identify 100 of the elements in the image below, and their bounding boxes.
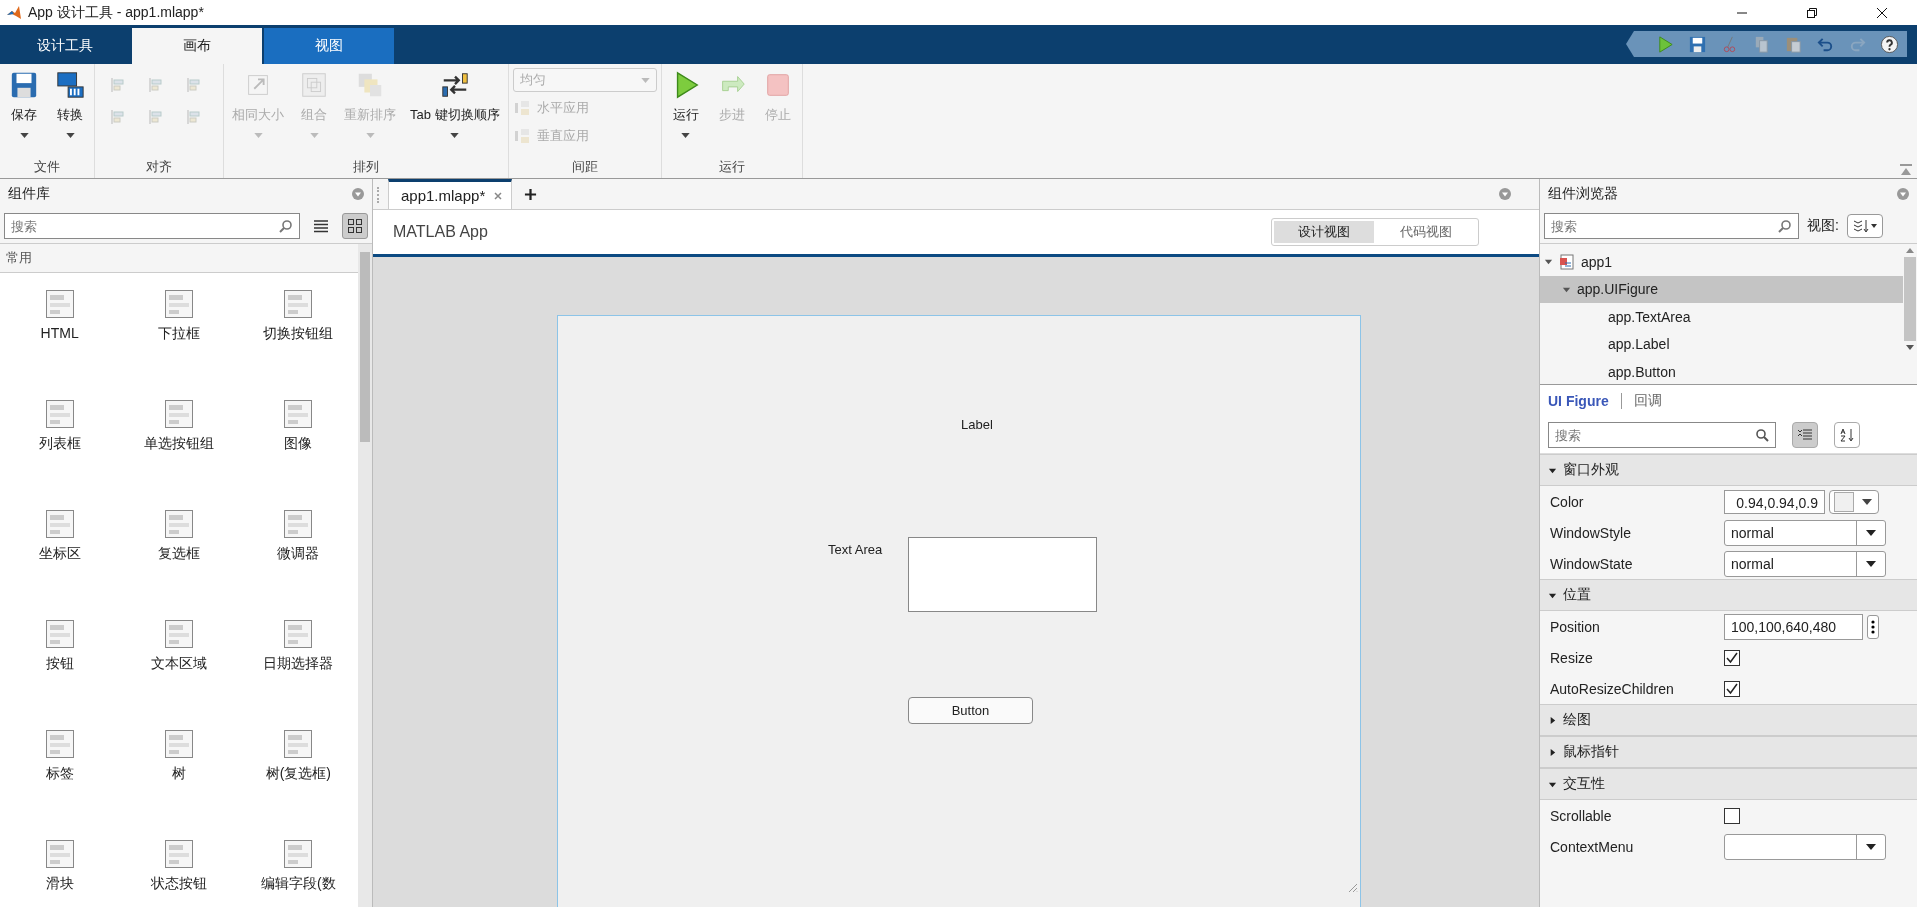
- component-icon[interactable]: [283, 509, 314, 539]
- sort-button[interactable]: [1834, 422, 1860, 448]
- component-icon[interactable]: [283, 619, 314, 649]
- inspector-tab[interactable]: 回调: [1633, 392, 1662, 410]
- expand-icon[interactable]: [1548, 715, 1557, 725]
- scroll-up-icon[interactable]: [1906, 248, 1914, 253]
- text-area[interactable]: [908, 537, 1097, 612]
- tree-item[interactable]: app.Button: [1540, 358, 1903, 384]
- search-field[interactable]: 搜索: [1548, 422, 1776, 448]
- section-header[interactable]: 位置: [1563, 586, 1591, 604]
- expand-icon[interactable]: [1544, 257, 1553, 267]
- color-picker[interactable]: [1829, 489, 1879, 514]
- component-icon[interactable]: [44, 619, 75, 649]
- component-label[interactable]: 状态按钮: [151, 875, 207, 893]
- add-tab-icon[interactable]: [524, 188, 538, 201]
- caret-icon: [253, 133, 263, 138]
- component-label[interactable]: 复选框: [158, 545, 200, 563]
- position-field[interactable]: 100,100,640,480: [1724, 613, 1863, 640]
- component-label[interactable]: 树(复选框): [265, 765, 331, 783]
- tree-item[interactable]: app.UIFigure: [1577, 281, 1658, 298]
- property-dropdown[interactable]: [1724, 833, 1886, 860]
- component-icon[interactable]: [164, 509, 194, 539]
- component-icon[interactable]: [164, 289, 194, 319]
- component-label[interactable]: 标签: [45, 765, 74, 783]
- tree-item[interactable]: app.Label: [1540, 330, 1903, 358]
- section-header[interactable]: 窗口外观: [1563, 461, 1619, 479]
- squares-icon: [299, 70, 329, 100]
- property-dropdown[interactable]: normal: [1724, 550, 1886, 577]
- close-icon[interactable]: [493, 190, 504, 201]
- collapse-icon[interactable]: [1899, 164, 1913, 176]
- section-header[interactable]: 绘图: [1563, 711, 1591, 729]
- panel-menu-icon[interactable]: [352, 188, 364, 200]
- checkmark-icon: [1725, 650, 1739, 665]
- view-toggle[interactable]: 设计视图: [1274, 221, 1374, 243]
- ribbon-tab[interactable]: 画布: [132, 28, 262, 64]
- component-label[interactable]: 按钮: [45, 655, 74, 673]
- align-icon: [109, 76, 127, 94]
- component-label[interactable]: HTML: [40, 325, 79, 341]
- view-dropdown[interactable]: [1846, 214, 1883, 238]
- component-label[interactable]: 单选按钮组: [144, 435, 214, 453]
- component-icon[interactable]: [44, 509, 75, 539]
- component-label[interactable]: 文本区域: [151, 655, 207, 673]
- component-label[interactable]: 编辑字段(数: [261, 875, 336, 893]
- component-icon[interactable]: [283, 399, 314, 429]
- play-icon[interactable]: [1656, 34, 1675, 54]
- component-icon[interactable]: [164, 729, 194, 759]
- component-label[interactable]: 列表框: [38, 435, 81, 453]
- ribbon-button[interactable]: 保存: [4, 68, 44, 156]
- component-icon[interactable]: [44, 399, 75, 429]
- inspector-tab[interactable]: UI Figure: [1548, 393, 1609, 409]
- component-label[interactable]: 图像: [284, 435, 313, 453]
- tree-item[interactable]: app.TextArea: [1540, 303, 1903, 331]
- help-icon[interactable]: [1880, 34, 1899, 54]
- panel-menu-icon[interactable]: [1499, 188, 1511, 200]
- expand-icon[interactable]: [1548, 747, 1557, 757]
- ribbon-button[interactable]: 转换: [50, 68, 90, 156]
- scroll-down-icon[interactable]: [1906, 345, 1914, 350]
- section-header[interactable]: 鼠标指针: [1563, 743, 1619, 761]
- section-header[interactable]: 交互性: [1563, 775, 1605, 793]
- checkbox[interactable]: [1724, 680, 1740, 697]
- panel-menu-icon[interactable]: [1897, 188, 1909, 200]
- property-name: WindowStyle: [1550, 524, 1632, 541]
- component-icon[interactable]: [283, 729, 314, 759]
- component-label[interactable]: 切换按钮组: [263, 325, 334, 343]
- group-view-button[interactable]: [1792, 422, 1818, 448]
- resize-grip-icon[interactable]: [1346, 881, 1358, 893]
- component-icon[interactable]: [164, 839, 194, 869]
- search-field[interactable]: 搜索: [1544, 213, 1799, 239]
- component-label[interactable]: 坐标区: [38, 545, 81, 563]
- scrollbar[interactable]: [358, 244, 372, 907]
- ribbon-tab[interactable]: 设计工具: [0, 28, 130, 64]
- more-button[interactable]: [1867, 614, 1879, 639]
- component-icon[interactable]: [283, 839, 314, 869]
- ribbon-button[interactable]: 运行: [665, 68, 706, 156]
- checkbox[interactable]: [1724, 649, 1740, 666]
- component-label[interactable]: 树: [172, 765, 186, 783]
- component-icon[interactable]: [164, 399, 194, 429]
- property-dropdown[interactable]: normal: [1724, 519, 1886, 546]
- button-component[interactable]: Button: [908, 697, 1033, 724]
- checkbox[interactable]: [1724, 807, 1740, 824]
- search-field[interactable]: 搜索: [4, 213, 300, 239]
- component-icon[interactable]: [44, 289, 75, 319]
- caret-icon: [19, 133, 29, 138]
- caret-icon: [65, 133, 75, 138]
- component-label[interactable]: 微调器: [277, 545, 320, 563]
- component-icon[interactable]: [44, 839, 75, 869]
- component-icon[interactable]: [44, 729, 75, 759]
- caret-icon: [1866, 560, 1876, 567]
- ribbon-tab[interactable]: 视图: [264, 28, 394, 64]
- view-toggle[interactable]: 代码视图: [1376, 221, 1476, 243]
- component-icon[interactable]: [283, 289, 314, 319]
- ribbon-button[interactable]: Tab 键切换顺序: [406, 68, 504, 156]
- component-label[interactable]: 日期选择器: [263, 655, 334, 673]
- grid-view-button[interactable]: [342, 213, 368, 239]
- component-label[interactable]: 下拉框: [158, 325, 200, 343]
- color-field[interactable]: 0.94,0.94,0.9: [1724, 489, 1825, 514]
- component-icon[interactable]: [164, 619, 194, 649]
- tree-item[interactable]: app1: [1581, 253, 1613, 270]
- save-icon[interactable]: [1688, 34, 1707, 54]
- component-label[interactable]: 滑块: [45, 875, 74, 893]
